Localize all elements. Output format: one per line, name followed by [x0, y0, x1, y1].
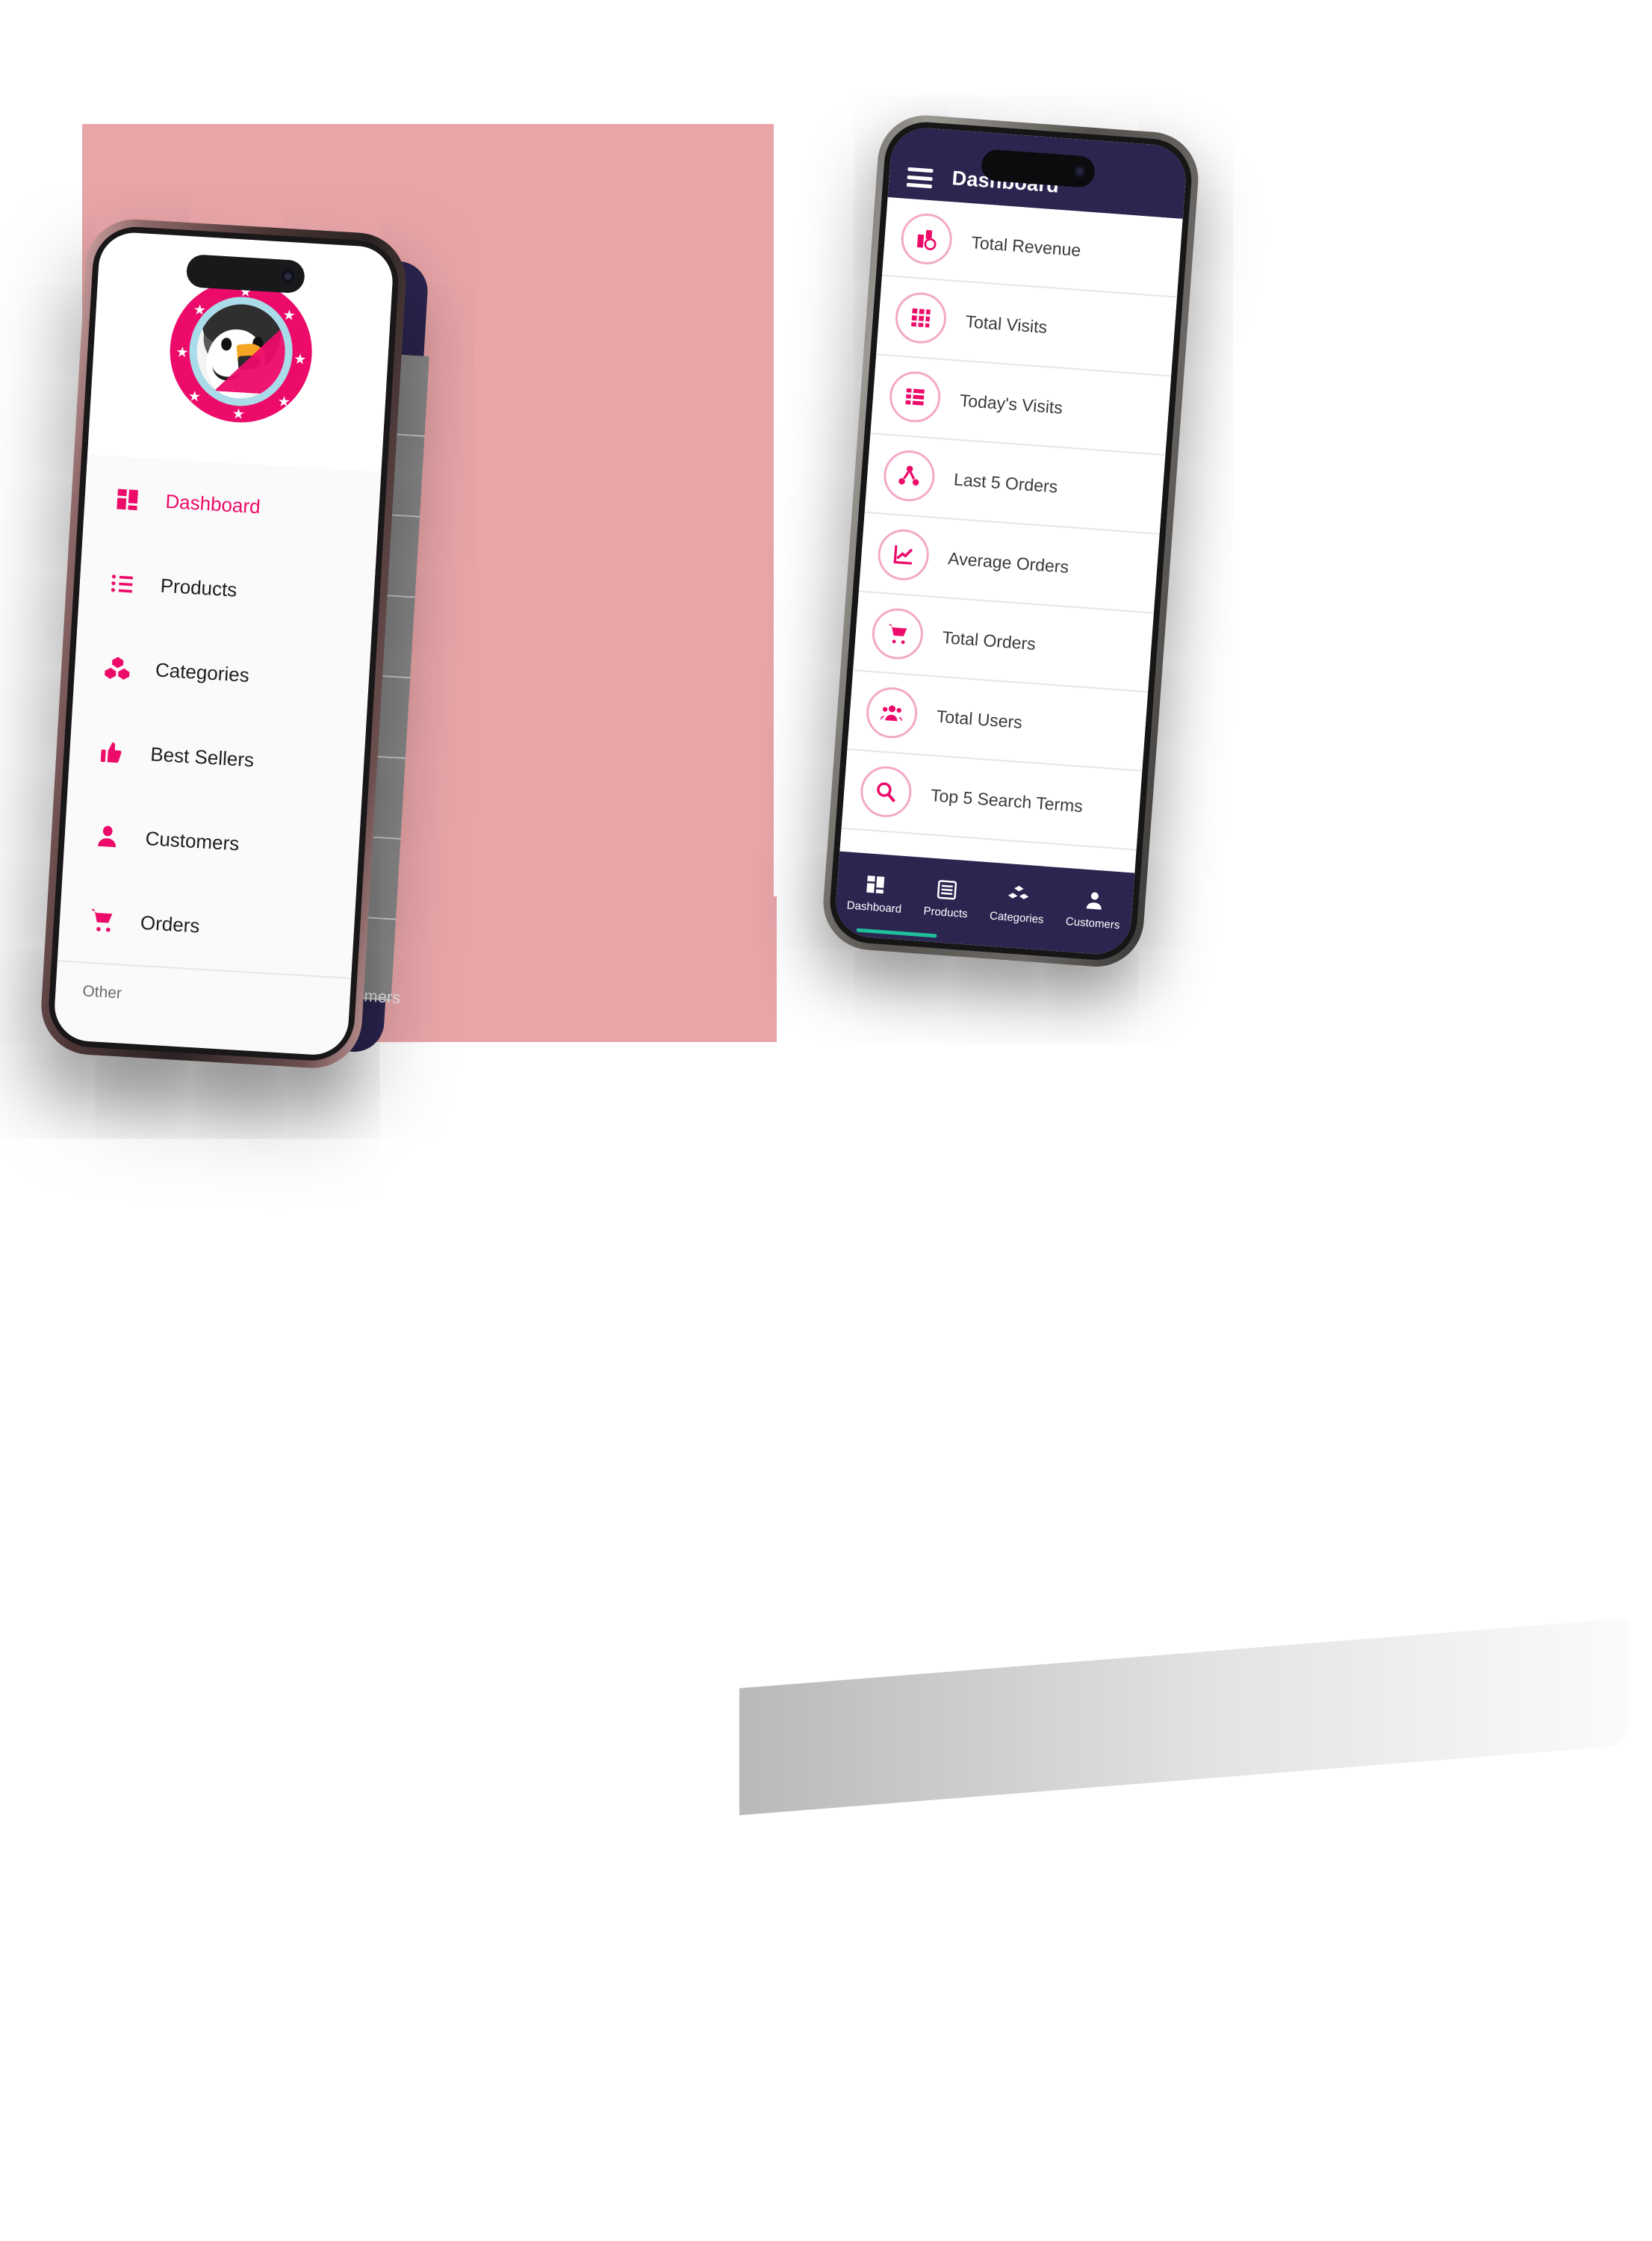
- bottom-nav-categories[interactable]: Categories: [989, 882, 1046, 926]
- customer-person-icon: [91, 822, 124, 850]
- categories-boxes-icon: [1007, 885, 1029, 899]
- dashboard-row-label: Total Users: [936, 706, 1023, 732]
- menu-item-label: Dashboard: [164, 489, 261, 518]
- hamburger-icon[interactable]: [906, 167, 934, 189]
- dashboard-row-label: Total Visits: [964, 311, 1049, 337]
- bottom-nav-customers[interactable]: Customers: [1065, 887, 1122, 932]
- bottom-nav-products[interactable]: Products: [923, 877, 970, 920]
- search-magnifier-icon: [858, 764, 913, 819]
- back-phone: Dashboard Total Revenue Total Visits Tod: [819, 112, 1202, 970]
- bottom-nav-label: Products: [922, 905, 969, 921]
- products-list-icon: [937, 880, 957, 900]
- shopping-cart-icon: [86, 906, 119, 934]
- menu-item-label: Categories: [155, 658, 250, 686]
- dashboard-grid-icon: [111, 485, 144, 513]
- dashboard-row-label: Total Revenue: [970, 232, 1082, 260]
- list-rows-icon: [887, 369, 943, 424]
- logo-star: ★: [232, 406, 246, 423]
- molecule-icon: [882, 448, 937, 503]
- bottom-nav-label: Categories: [989, 909, 1045, 926]
- users-group-icon: [864, 685, 919, 740]
- logo-star: ★: [175, 344, 190, 362]
- dynamic-island: [185, 253, 305, 294]
- floor-shadow: [739, 1618, 1628, 1815]
- customer-person-icon: [1086, 892, 1102, 910]
- menu-item-label: Best Sellers: [149, 743, 255, 772]
- front-camera-icon: [1073, 165, 1087, 179]
- menu-item-label: Customers: [144, 827, 240, 855]
- dashboard-row-label: Average Orders: [947, 548, 1069, 577]
- bottom-nav-dashboard[interactable]: Dashboard: [846, 872, 904, 916]
- front-camera-icon: [281, 269, 296, 284]
- dashboard-row-label: Today's Visits: [959, 390, 1063, 418]
- prestashop-puffin-logo: ★ ★ ★ ★ ★ ★ ★ ★: [166, 276, 317, 427]
- logo-star: ★: [293, 351, 307, 368]
- dashboard-row-label: Top 5 Search Terms: [930, 784, 1084, 816]
- menu-item-label: Orders: [140, 911, 201, 937]
- products-list-icon: [106, 569, 139, 598]
- dashboard-row-label: Total Orders: [941, 627, 1037, 654]
- shopping-cart-icon: [870, 607, 925, 661]
- logo-star: ★: [277, 394, 291, 411]
- front-phone-screen: ★ ★ ★ ★ ★ ★ ★ ★ Dashboard Products Categ…: [52, 231, 395, 1057]
- menu-item-label: Products: [160, 574, 238, 601]
- dashboard-grid-icon: [866, 875, 885, 894]
- line-chart-icon: [876, 527, 931, 583]
- bottom-nav-label: Customers: [1065, 915, 1120, 932]
- thumbs-up-icon: [96, 737, 129, 766]
- active-tab-indicator: [856, 928, 937, 938]
- back-phone-screen: Dashboard Total Revenue Total Visits Tod: [833, 125, 1188, 957]
- grid-dots-icon: [893, 291, 948, 346]
- categories-boxes-icon: [101, 654, 134, 682]
- revenue-chart-icon: [899, 211, 954, 267]
- front-phone: ★ ★ ★ ★ ★ ★ ★ ★ Dashboard Products Categ…: [38, 217, 409, 1071]
- bottom-nav-label: Dashboard: [846, 899, 902, 916]
- dashboard-row-label: Last 5 Orders: [953, 468, 1059, 497]
- drawer-menu[interactable]: Dashboard Products Categories Best Selle…: [52, 454, 382, 1057]
- dashboard-list[interactable]: Total Revenue Total Visits Today's Visit…: [839, 196, 1183, 873]
- logo-star: ★: [187, 388, 202, 406]
